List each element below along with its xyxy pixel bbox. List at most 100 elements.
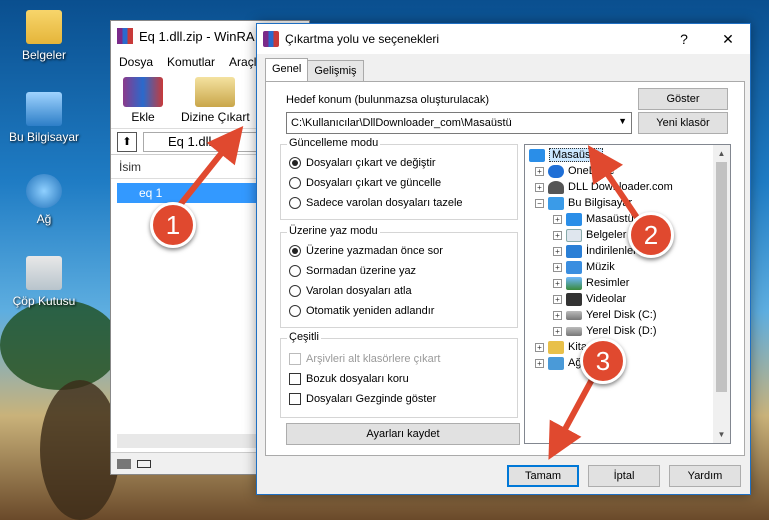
- step-marker-3: 3: [580, 338, 626, 384]
- archive-add-icon: [123, 77, 163, 107]
- tree-item-videos[interactable]: + Videolar: [553, 291, 626, 307]
- expand-icon[interactable]: +: [535, 342, 544, 352]
- drive-icon: [566, 310, 582, 320]
- misc-group: Çeşitli Arşivleri alt klasörlere çıkart …: [280, 331, 518, 418]
- tree-item-network[interactable]: + Ağ: [535, 355, 581, 371]
- this-pc-icon: [26, 92, 62, 126]
- radio-icon: [289, 245, 301, 257]
- radio-extract-replace[interactable]: Dosyaları çıkart ve değiştir: [289, 157, 436, 169]
- cancel-button[interactable]: İptal: [588, 465, 660, 487]
- tree-item-desktop[interactable]: + Masaüstü: [553, 211, 634, 227]
- network-icon: [548, 356, 564, 370]
- scroll-down-icon[interactable]: ▼: [713, 426, 730, 443]
- chevron-down-icon[interactable]: ▼: [618, 116, 627, 126]
- extract-folder-icon: [195, 77, 236, 107]
- tree-item-downloads[interactable]: + İndirilenler: [553, 243, 637, 259]
- overwrite-mode-group: Üzerine yaz modu Üzerine yazmadan önce s…: [280, 225, 518, 328]
- radio-skip-existing[interactable]: Varolan dosyaları atla: [289, 285, 412, 297]
- menu-commands[interactable]: Komutlar: [167, 55, 215, 69]
- checkbox-keep-broken-files[interactable]: Bozuk dosyaları koru: [289, 373, 409, 385]
- help-title-button[interactable]: ?: [662, 31, 706, 47]
- radio-icon: [289, 305, 301, 317]
- radio-extract-update[interactable]: Dosyaları çıkart ve güncelle: [289, 177, 441, 189]
- expand-icon[interactable]: +: [553, 310, 562, 320]
- expand-icon[interactable]: +: [535, 358, 544, 368]
- tree-item-this-pc[interactable]: − Bu Bilgisayar: [535, 195, 632, 211]
- radio-overwrite-without-prompt[interactable]: Sormadan üzerine yaz: [289, 265, 416, 277]
- destination-label: Hedef konum (bulunmazsa oluşturulacak): [286, 94, 489, 106]
- expand-icon[interactable]: +: [553, 262, 562, 272]
- new-folder-button[interactable]: Yeni klasör: [638, 112, 728, 134]
- expand-icon[interactable]: +: [553, 278, 562, 288]
- user-icon: [548, 180, 564, 194]
- expand-icon[interactable]: +: [535, 182, 544, 192]
- dialog-title: Çıkartma yolu ve seçenekleri: [285, 32, 440, 46]
- tab-advanced[interactable]: Gelişmiş: [307, 60, 364, 81]
- checkbox-icon: [289, 353, 301, 365]
- help-button[interactable]: Yardım: [669, 465, 741, 487]
- destination-path-combo[interactable]: C:\Kullanıcılar\DllDownloader_com\Masaüs…: [286, 112, 632, 134]
- tree-item-drive-d[interactable]: + Yerel Disk (D:): [553, 323, 657, 339]
- winrar-app-icon: [263, 31, 279, 47]
- documents-icon: [566, 228, 582, 242]
- radio-ask-before-overwrite[interactable]: Üzerine yazmadan önce sor: [289, 245, 443, 257]
- desktop-item-documents[interactable]: Belgeler: [6, 10, 82, 62]
- desktop-item-recycle-bin[interactable]: Çöp Kutusu: [6, 256, 82, 308]
- radio-rename-automatically[interactable]: Otomatik yeniden adlandır: [289, 305, 434, 317]
- expand-icon[interactable]: +: [553, 326, 562, 336]
- key-icon: [137, 459, 151, 468]
- save-settings-button[interactable]: Ayarları kaydet: [286, 423, 520, 445]
- tree-item-music[interactable]: + Müzik: [553, 259, 615, 275]
- show-button[interactable]: Göster: [638, 88, 728, 110]
- radio-freshen-existing[interactable]: Sadece varolan dosyaları tazele: [289, 197, 463, 209]
- scroll-thumb[interactable]: [716, 162, 727, 392]
- collapse-icon[interactable]: −: [535, 198, 544, 208]
- onedrive-icon: [548, 164, 564, 178]
- dialog-titlebar[interactable]: Çıkartma yolu ve seçenekleri ? ✕: [257, 24, 750, 54]
- add-button[interactable]: Ekle: [123, 77, 163, 124]
- music-icon: [566, 260, 582, 274]
- tree-item-documents[interactable]: + Belgeler: [553, 227, 626, 243]
- general-tab-panel: Hedef konum (bulunmazsa oluşturulacak) C…: [265, 81, 745, 456]
- tree-item-pictures[interactable]: + Resimler: [553, 275, 629, 291]
- expand-icon[interactable]: +: [553, 294, 562, 304]
- checkbox-show-in-explorer[interactable]: Dosyaları Gezginde göster: [289, 393, 436, 405]
- checkbox-icon: [289, 373, 301, 385]
- expand-icon[interactable]: +: [553, 230, 562, 240]
- expand-icon[interactable]: +: [535, 166, 544, 176]
- network-icon: [26, 174, 62, 208]
- tree-item-desktop-root[interactable]: Masaüstü: [529, 147, 603, 163]
- tree-item-drive-c[interactable]: + Yerel Disk (C:): [553, 307, 657, 323]
- folder-tree[interactable]: Masaüstü + OneDrive + DLL Downloader.com…: [524, 144, 731, 444]
- drive-icon: [117, 458, 131, 469]
- desktop-icon: [566, 212, 582, 226]
- this-pc-icon: [548, 196, 564, 210]
- expand-icon[interactable]: +: [553, 214, 562, 224]
- expand-icon[interactable]: +: [553, 246, 562, 256]
- libraries-icon: [548, 340, 564, 354]
- winrar-title: Eq 1.dll.zip - WinRA: [139, 28, 255, 44]
- downloads-icon: [566, 244, 582, 258]
- tree-item-onedrive[interactable]: + OneDrive: [535, 163, 614, 179]
- desktop-icon: [529, 148, 545, 162]
- radio-icon: [289, 177, 301, 189]
- tab-general[interactable]: Genel: [265, 58, 309, 81]
- winrar-app-icon: [117, 28, 133, 44]
- scroll-up-icon[interactable]: ▲: [713, 145, 730, 162]
- step-marker-2: 2: [628, 212, 674, 258]
- desktop-item-this-pc[interactable]: Bu Bilgisayar: [6, 92, 82, 144]
- radio-icon: [289, 285, 301, 297]
- close-button[interactable]: ✕: [706, 31, 750, 48]
- tree-vertical-scrollbar[interactable]: ▲ ▼: [713, 145, 730, 443]
- tree-item-user[interactable]: + DLL Downloader.com: [535, 179, 673, 195]
- up-folder-icon[interactable]: ⬆: [117, 131, 137, 152]
- desktop-item-network[interactable]: Ağ: [6, 174, 82, 226]
- drive-icon: [566, 326, 582, 336]
- extract-to-button[interactable]: Dizine Çıkart: [181, 77, 250, 124]
- videos-icon: [566, 292, 582, 306]
- radio-icon: [289, 197, 301, 209]
- extract-options-dialog: Çıkartma yolu ve seçenekleri ? ✕ Genel G…: [256, 23, 751, 495]
- menu-file[interactable]: Dosya: [119, 55, 153, 69]
- ok-button[interactable]: Tamam: [507, 465, 579, 487]
- checkbox-icon: [289, 393, 301, 405]
